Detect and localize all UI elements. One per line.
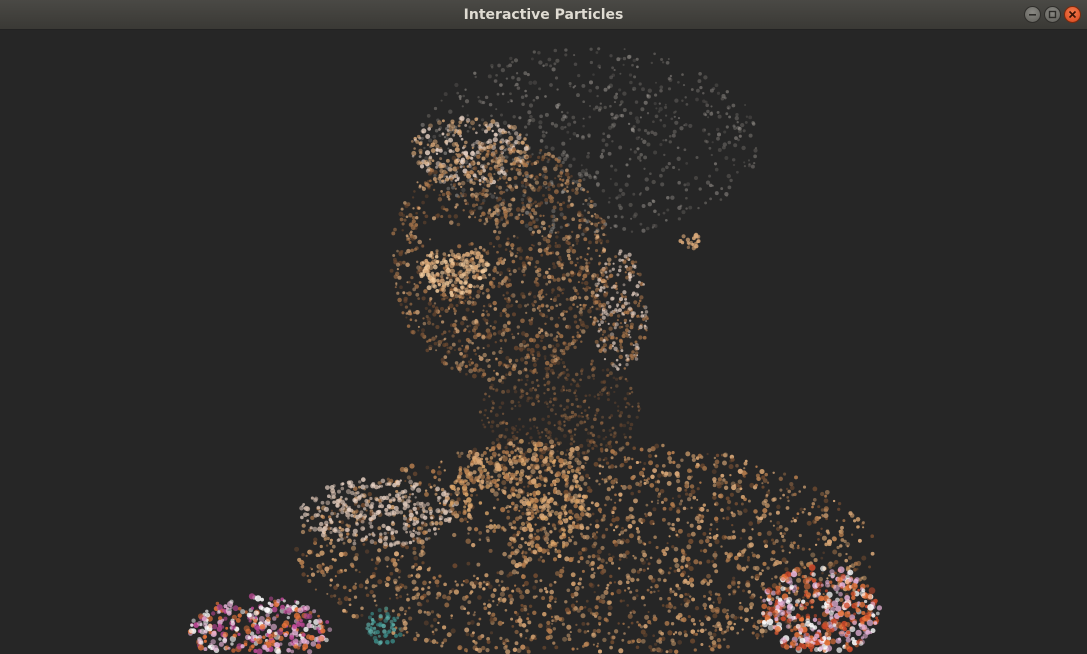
particle-portrait: [187, 47, 883, 654]
minimize-icon: [1028, 10, 1037, 19]
maximize-button[interactable]: [1044, 6, 1061, 23]
app-window: Interactive Particles: [0, 0, 1087, 654]
minimize-button[interactable]: [1024, 6, 1041, 23]
maximize-icon: [1048, 10, 1057, 19]
window-controls: [1024, 6, 1081, 24]
close-icon: [1068, 10, 1077, 19]
close-button[interactable]: [1064, 6, 1081, 23]
particle-canvas[interactable]: [0, 31, 1087, 654]
window-title: Interactive Particles: [463, 7, 624, 23]
title-bar[interactable]: Interactive Particles: [0, 0, 1087, 30]
